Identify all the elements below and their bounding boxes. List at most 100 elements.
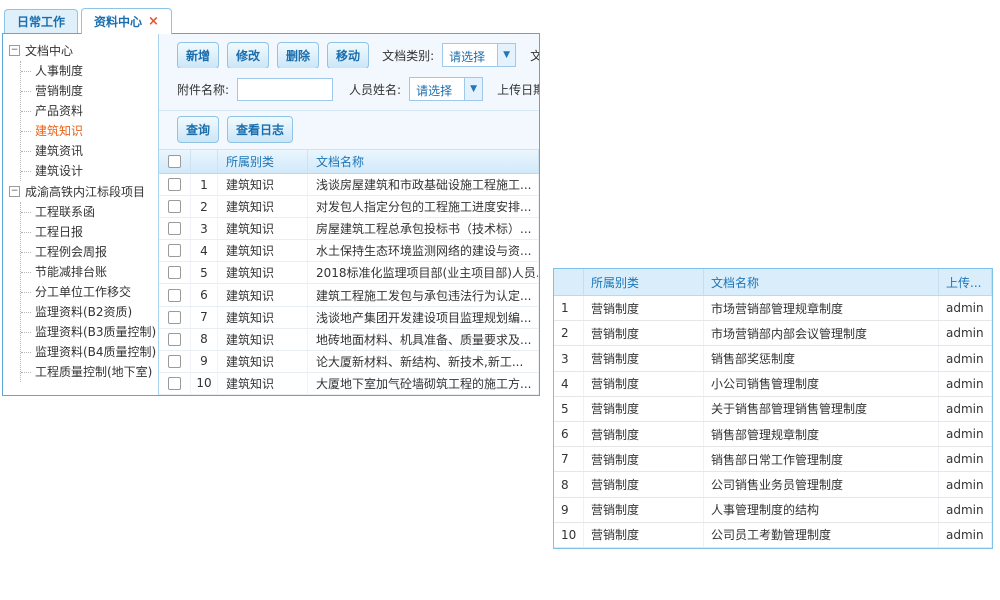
tree-item-label: 建筑设计 (35, 164, 83, 178)
table-row[interactable]: 10 建筑知识 大厦地下室加气砼墙砌筑工程的施工方... (159, 373, 539, 395)
collapse-icon[interactable]: − (9, 45, 20, 56)
tree-item[interactable]: 工程日报 (21, 222, 158, 242)
tree-item[interactable]: 建筑资讯 (21, 141, 158, 161)
row-document-name: 对发包人指定分包的工程施工进度安排... (308, 196, 539, 217)
collapse-icon[interactable]: − (9, 186, 20, 197)
chevron-down-icon[interactable]: ▼ (464, 78, 482, 100)
row-category: 营销制度 (584, 447, 704, 471)
row-document-name: 建筑工程施工发包与承包违法行为认定... (308, 284, 539, 305)
tree-node-document-center[interactable]: − 文档中心 (9, 40, 158, 61)
select-all-checkbox[interactable] (168, 155, 181, 168)
row-document-name: 地砖地面材料、机具准备、质量要求及... (308, 329, 539, 350)
row-checkbox[interactable] (168, 377, 181, 390)
table-row[interactable]: 2 营销制度 市场营销部内部会议管理制度 admin (554, 321, 992, 346)
row-document-name: 2018标准化监理项目部(业主项目部)人员... (308, 262, 539, 283)
tree-item[interactable]: 分工单位工作移交 (21, 282, 158, 302)
table-row[interactable]: 2 建筑知识 对发包人指定分包的工程施工进度安排... (159, 196, 539, 218)
row-checkbox[interactable] (168, 289, 181, 302)
row-category: 建筑知识 (218, 174, 308, 195)
table-row[interactable]: 10 营销制度 公司员工考勤管理制度 admin (554, 523, 992, 548)
header-number-cell (191, 150, 218, 173)
chevron-down-icon[interactable]: ▼ (497, 44, 515, 66)
table-row[interactable]: 8 营销制度 公司销售业务员管理制度 admin (554, 472, 992, 497)
tab-daily-work[interactable]: 日常工作 (4, 9, 78, 33)
row-uploader: admin (939, 523, 992, 547)
tree-item[interactable]: 建筑设计 (21, 161, 158, 181)
table-row[interactable]: 5 建筑知识 2018标准化监理项目部(业主项目部)人员... (159, 262, 539, 284)
row-document-name: 水土保持生态环境监测网络的建设与资... (308, 240, 539, 261)
doc-category-select[interactable]: 请选择 ▼ (442, 43, 516, 67)
tree-item-label: 工程日报 (35, 225, 83, 239)
tree-root-label: 成渝高铁内江标段项目 (25, 183, 145, 200)
tree-item[interactable]: 建筑知识 (21, 121, 158, 141)
tree-item[interactable]: 产品资料 (21, 101, 158, 121)
tree-item[interactable]: 监理资料(B2资质) (21, 302, 158, 322)
attachment-name-input[interactable] (237, 78, 333, 101)
row-checkbox[interactable] (168, 222, 181, 235)
query-row: 查询 查看日志 (159, 110, 539, 149)
row-number: 9 (554, 498, 584, 522)
tab-data-center[interactable]: 资料中心 × (81, 8, 172, 34)
table-row[interactable]: 6 营销制度 销售部管理规章制度 admin (554, 422, 992, 447)
table-row[interactable]: 4 建筑知识 水土保持生态环境监测网络的建设与资... (159, 240, 539, 262)
row-uploader: admin (939, 422, 992, 446)
row-number: 9 (191, 351, 218, 372)
table-row[interactable]: 7 建筑知识 浅谈地产集团开发建设项目监理规划编... (159, 307, 539, 329)
table-row[interactable]: 4 营销制度 小公司销售管理制度 admin (554, 372, 992, 397)
row-category: 建筑知识 (218, 351, 308, 372)
tree-item-label: 人事制度 (35, 64, 83, 78)
tree-sidebar: − 文档中心 人事制度 营销制度 产品资料 (3, 34, 159, 395)
tree-item[interactable]: 工程联系函 (21, 202, 158, 222)
tree-item[interactable]: 工程质量控制(地下室) (21, 362, 158, 382)
row-document-name: 公司员工考勤管理制度 (704, 523, 939, 547)
tree-node-project[interactable]: − 成渝高铁内江标段项目 (9, 181, 158, 202)
table-row[interactable]: 3 建筑知识 房屋建筑工程总承包投标书（技术标）... (159, 218, 539, 240)
row-checkbox-cell (159, 329, 191, 350)
table-row[interactable]: 5 营销制度 关于销售部管理销售管理制度 admin (554, 397, 992, 422)
toolbar-button[interactable]: 移动 (327, 42, 369, 68)
table-row[interactable]: 9 营销制度 人事管理制度的结构 admin (554, 498, 992, 523)
tree-item[interactable]: 监理资料(B4质量控制) (21, 342, 158, 362)
person-name-select[interactable]: 请选择 ▼ (409, 77, 483, 101)
row-checkbox[interactable] (168, 200, 181, 213)
row-uploader: admin (939, 397, 992, 421)
row-checkbox[interactable] (168, 266, 181, 279)
toolbar-button[interactable]: 删除 (277, 42, 319, 68)
tab-close-icon[interactable]: × (148, 15, 159, 28)
row-number: 2 (191, 196, 218, 217)
row-checkbox[interactable] (168, 355, 181, 368)
tree-item[interactable]: 营销制度 (21, 81, 158, 101)
tree-item[interactable]: 工程例会周报 (21, 242, 158, 262)
toolbar-button[interactable]: 修改 (227, 42, 269, 68)
row-number: 7 (554, 447, 584, 471)
tree-item[interactable]: 节能减排台账 (21, 262, 158, 282)
query-button[interactable]: 查询 (177, 116, 219, 143)
row-document-name: 市场营销部管理规章制度 (704, 296, 939, 320)
doc-name-label: 文档名称: (530, 47, 539, 64)
row-checkbox[interactable] (168, 244, 181, 257)
tree-item-label: 工程质量控制(地下室) (35, 365, 152, 379)
tree-item[interactable]: 监理资料(B3质量控制) (21, 322, 158, 342)
row-checkbox[interactable] (168, 311, 181, 324)
row-checkbox[interactable] (168, 333, 181, 346)
table-row[interactable]: 1 建筑知识 浅谈房屋建筑和市政基础设施工程施工... (159, 174, 539, 196)
row-number: 1 (191, 174, 218, 195)
table-row[interactable]: 1 营销制度 市场营销部管理规章制度 admin (554, 296, 992, 321)
table-row[interactable]: 8 建筑知识 地砖地面材料、机具准备、质量要求及... (159, 329, 539, 351)
tree-item[interactable]: 人事制度 (21, 61, 158, 81)
row-checkbox-cell (159, 351, 191, 372)
table-row[interactable]: 6 建筑知识 建筑工程施工发包与承包违法行为认定... (159, 284, 539, 306)
document-center-window: 日常工作 资料中心 × − 文档中心 人事制度 (2, 8, 540, 396)
row-number: 7 (191, 307, 218, 328)
toolbar-button[interactable]: 新增 (177, 42, 219, 68)
table-row[interactable]: 7 营销制度 销售部日常工作管理制度 admin (554, 447, 992, 472)
row-checkbox-cell (159, 240, 191, 261)
view-log-button[interactable]: 查看日志 (227, 116, 293, 143)
header-category-cell: 所属别类 (218, 150, 308, 173)
table-row[interactable]: 9 建筑知识 论大厦新材料、新结构、新技术,新工... (159, 351, 539, 373)
table-row[interactable]: 3 营销制度 销售部奖惩制度 admin (554, 346, 992, 371)
row-category: 营销制度 (584, 523, 704, 547)
row-checkbox[interactable] (168, 178, 181, 191)
row-document-name: 论大厦新材料、新结构、新技术,新工... (308, 351, 539, 372)
marketing-documents-table: 所属别类 文档名称 上传... 1 营销制度 市场营销部管理规章制度 admin… (553, 268, 993, 549)
